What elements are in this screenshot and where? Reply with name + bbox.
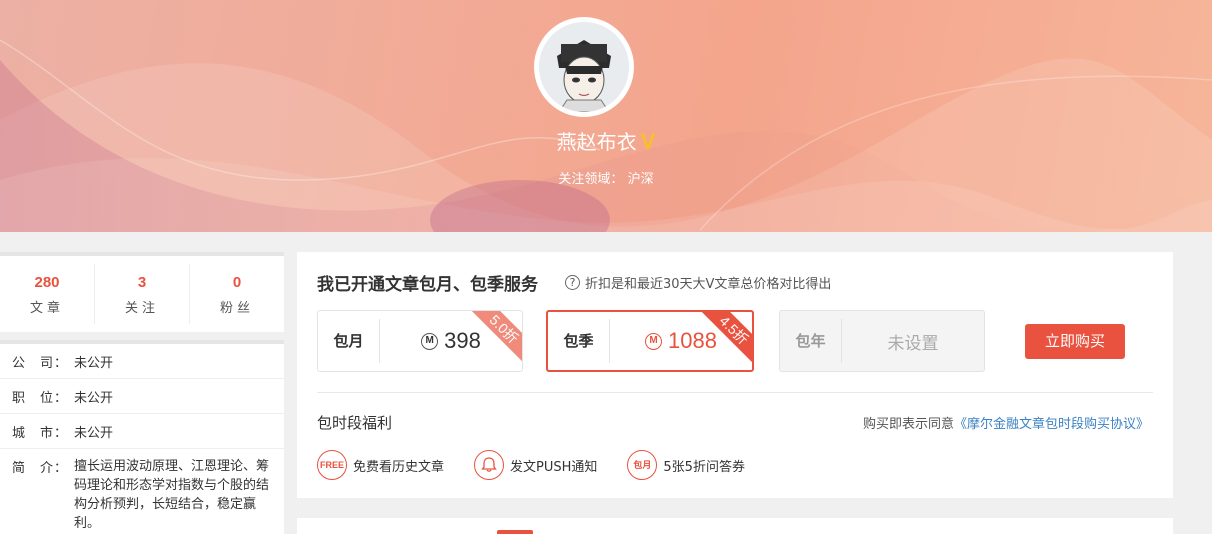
info-city: 城 市： 未公开 <box>0 414 284 449</box>
buy-now-button[interactable]: 立即购买 <box>1025 324 1125 359</box>
next-card <box>297 518 1173 534</box>
discount-hint: ? 折扣是和最近30天大V文章总价格对比得出 <box>565 273 831 292</box>
next-card-tag <box>497 530 533 534</box>
profile-banner: 燕赵布衣 V 关注领域： 沪深 <box>0 0 1212 232</box>
plan-price: 未设置 <box>842 329 984 354</box>
benefits-title: 包时段福利 <box>317 414 393 432</box>
stat-articles[interactable]: 280 文章 <box>0 264 95 324</box>
info-value: 擅长运用波动原理、江恩理论、筹码理论和形态学对指数与个股的结构分析预判，长短结合… <box>74 459 270 531</box>
info-panel: 公 司： 未公开 职 位： 未公开 城 市： 未公开 简 介： 擅长运用波动原理… <box>0 340 284 534</box>
verified-icon: V <box>640 129 656 154</box>
benefit-label: 免费看历史文章 <box>353 459 445 475</box>
benefit-free-history: FREE 免费看历史文章 <box>317 450 444 480</box>
plan-monthly[interactable]: 包月 M 398 5.0折 <box>317 310 523 372</box>
info-value: 未公开 <box>74 355 114 371</box>
plan-price-value: 未设置 <box>887 333 939 353</box>
info-value: 未公开 <box>74 425 114 441</box>
plan-name: 包年 <box>780 319 842 363</box>
plan-yearly: 包年 未设置 <box>779 310 985 372</box>
benefit-label: 发文PUSH通知 <box>510 459 598 475</box>
discount-hint-text: 折扣是和最近30天大V文章总价格对比得出 <box>585 277 832 292</box>
focus-label: 关注领域： <box>558 172 624 187</box>
agreement-link[interactable]: 《摩尔金融文章包时段购买协议》 <box>954 417 1149 432</box>
stat-followers[interactable]: 0 粉丝 <box>190 264 284 324</box>
info-position: 职 位： 未公开 <box>0 379 284 414</box>
focus-value[interactable]: 沪深 <box>628 172 654 187</box>
plan-price-value: 1088 <box>668 328 717 353</box>
agreement-prefix: 购买即表示同意 <box>862 417 954 432</box>
info-value: 未公开 <box>74 390 114 406</box>
plan-name: 包季 <box>548 319 610 363</box>
focus-area: 关注领域： 沪深 <box>0 168 1212 187</box>
benefit-push: 发文PUSH通知 <box>474 450 597 480</box>
info-key: 简 介： <box>12 461 69 476</box>
user-name: 燕赵布衣 <box>556 130 637 154</box>
stat-num: 0 <box>232 274 242 291</box>
avatar-image <box>539 22 629 112</box>
stat-label: 关注 <box>124 301 159 316</box>
coin-icon: M <box>645 332 663 350</box>
stat-label: 粉丝 <box>219 301 254 316</box>
stats-panel: 280 文章 3 关注 0 粉丝 <box>0 252 284 332</box>
info-company: 公 司： 未公开 <box>0 344 284 379</box>
bell-icon <box>474 450 505 480</box>
plan-name: 包月 <box>318 319 380 363</box>
stat-num: 280 <box>34 274 60 291</box>
stat-following[interactable]: 3 关注 <box>95 264 190 324</box>
plan-price-value: 398 <box>444 328 481 353</box>
question-icon[interactable]: ? <box>565 275 580 290</box>
avatar[interactable] <box>534 17 634 117</box>
benefit-label: 5张5折问答券 <box>663 459 745 475</box>
info-key: 公 司： <box>12 355 69 371</box>
free-icon: FREE <box>317 450 347 480</box>
info-key: 城 市： <box>12 425 69 441</box>
service-card: 我已开通文章包月、包季服务 ? 折扣是和最近30天大V文章总价格对比得出 包月 … <box>297 252 1173 498</box>
sidebar: 280 文章 3 关注 0 粉丝 公 司： 未公开 职 位： 未公开 城 市： … <box>0 252 284 534</box>
info-key: 职 位： <box>12 390 69 406</box>
stat-num: 3 <box>137 274 147 291</box>
info-intro: 简 介： 擅长运用波动原理、江恩理论、筹码理论和形态学对指数与个股的结构分析预判… <box>0 449 284 534</box>
agreement-text: 购买即表示同意《摩尔金融文章包时段购买协议》 <box>863 413 1149 432</box>
stat-label: 文章 <box>29 301 64 316</box>
service-title: 我已开通文章包月、包季服务 <box>317 275 538 295</box>
user-name-row: 燕赵布衣 V <box>0 126 1212 155</box>
benefits-list: FREE 免费看历史文章 发文PUSH通知 包月 5张5折问答券 <box>317 450 775 480</box>
divider <box>317 392 1153 393</box>
monthly-badge-icon: 包月 <box>627 450 658 480</box>
benefit-qa-coupon: 包月 5张5折问答券 <box>627 450 745 480</box>
coin-icon: M <box>421 332 439 350</box>
plan-quarterly[interactable]: 包季 M 1088 4.5折 <box>546 310 754 372</box>
